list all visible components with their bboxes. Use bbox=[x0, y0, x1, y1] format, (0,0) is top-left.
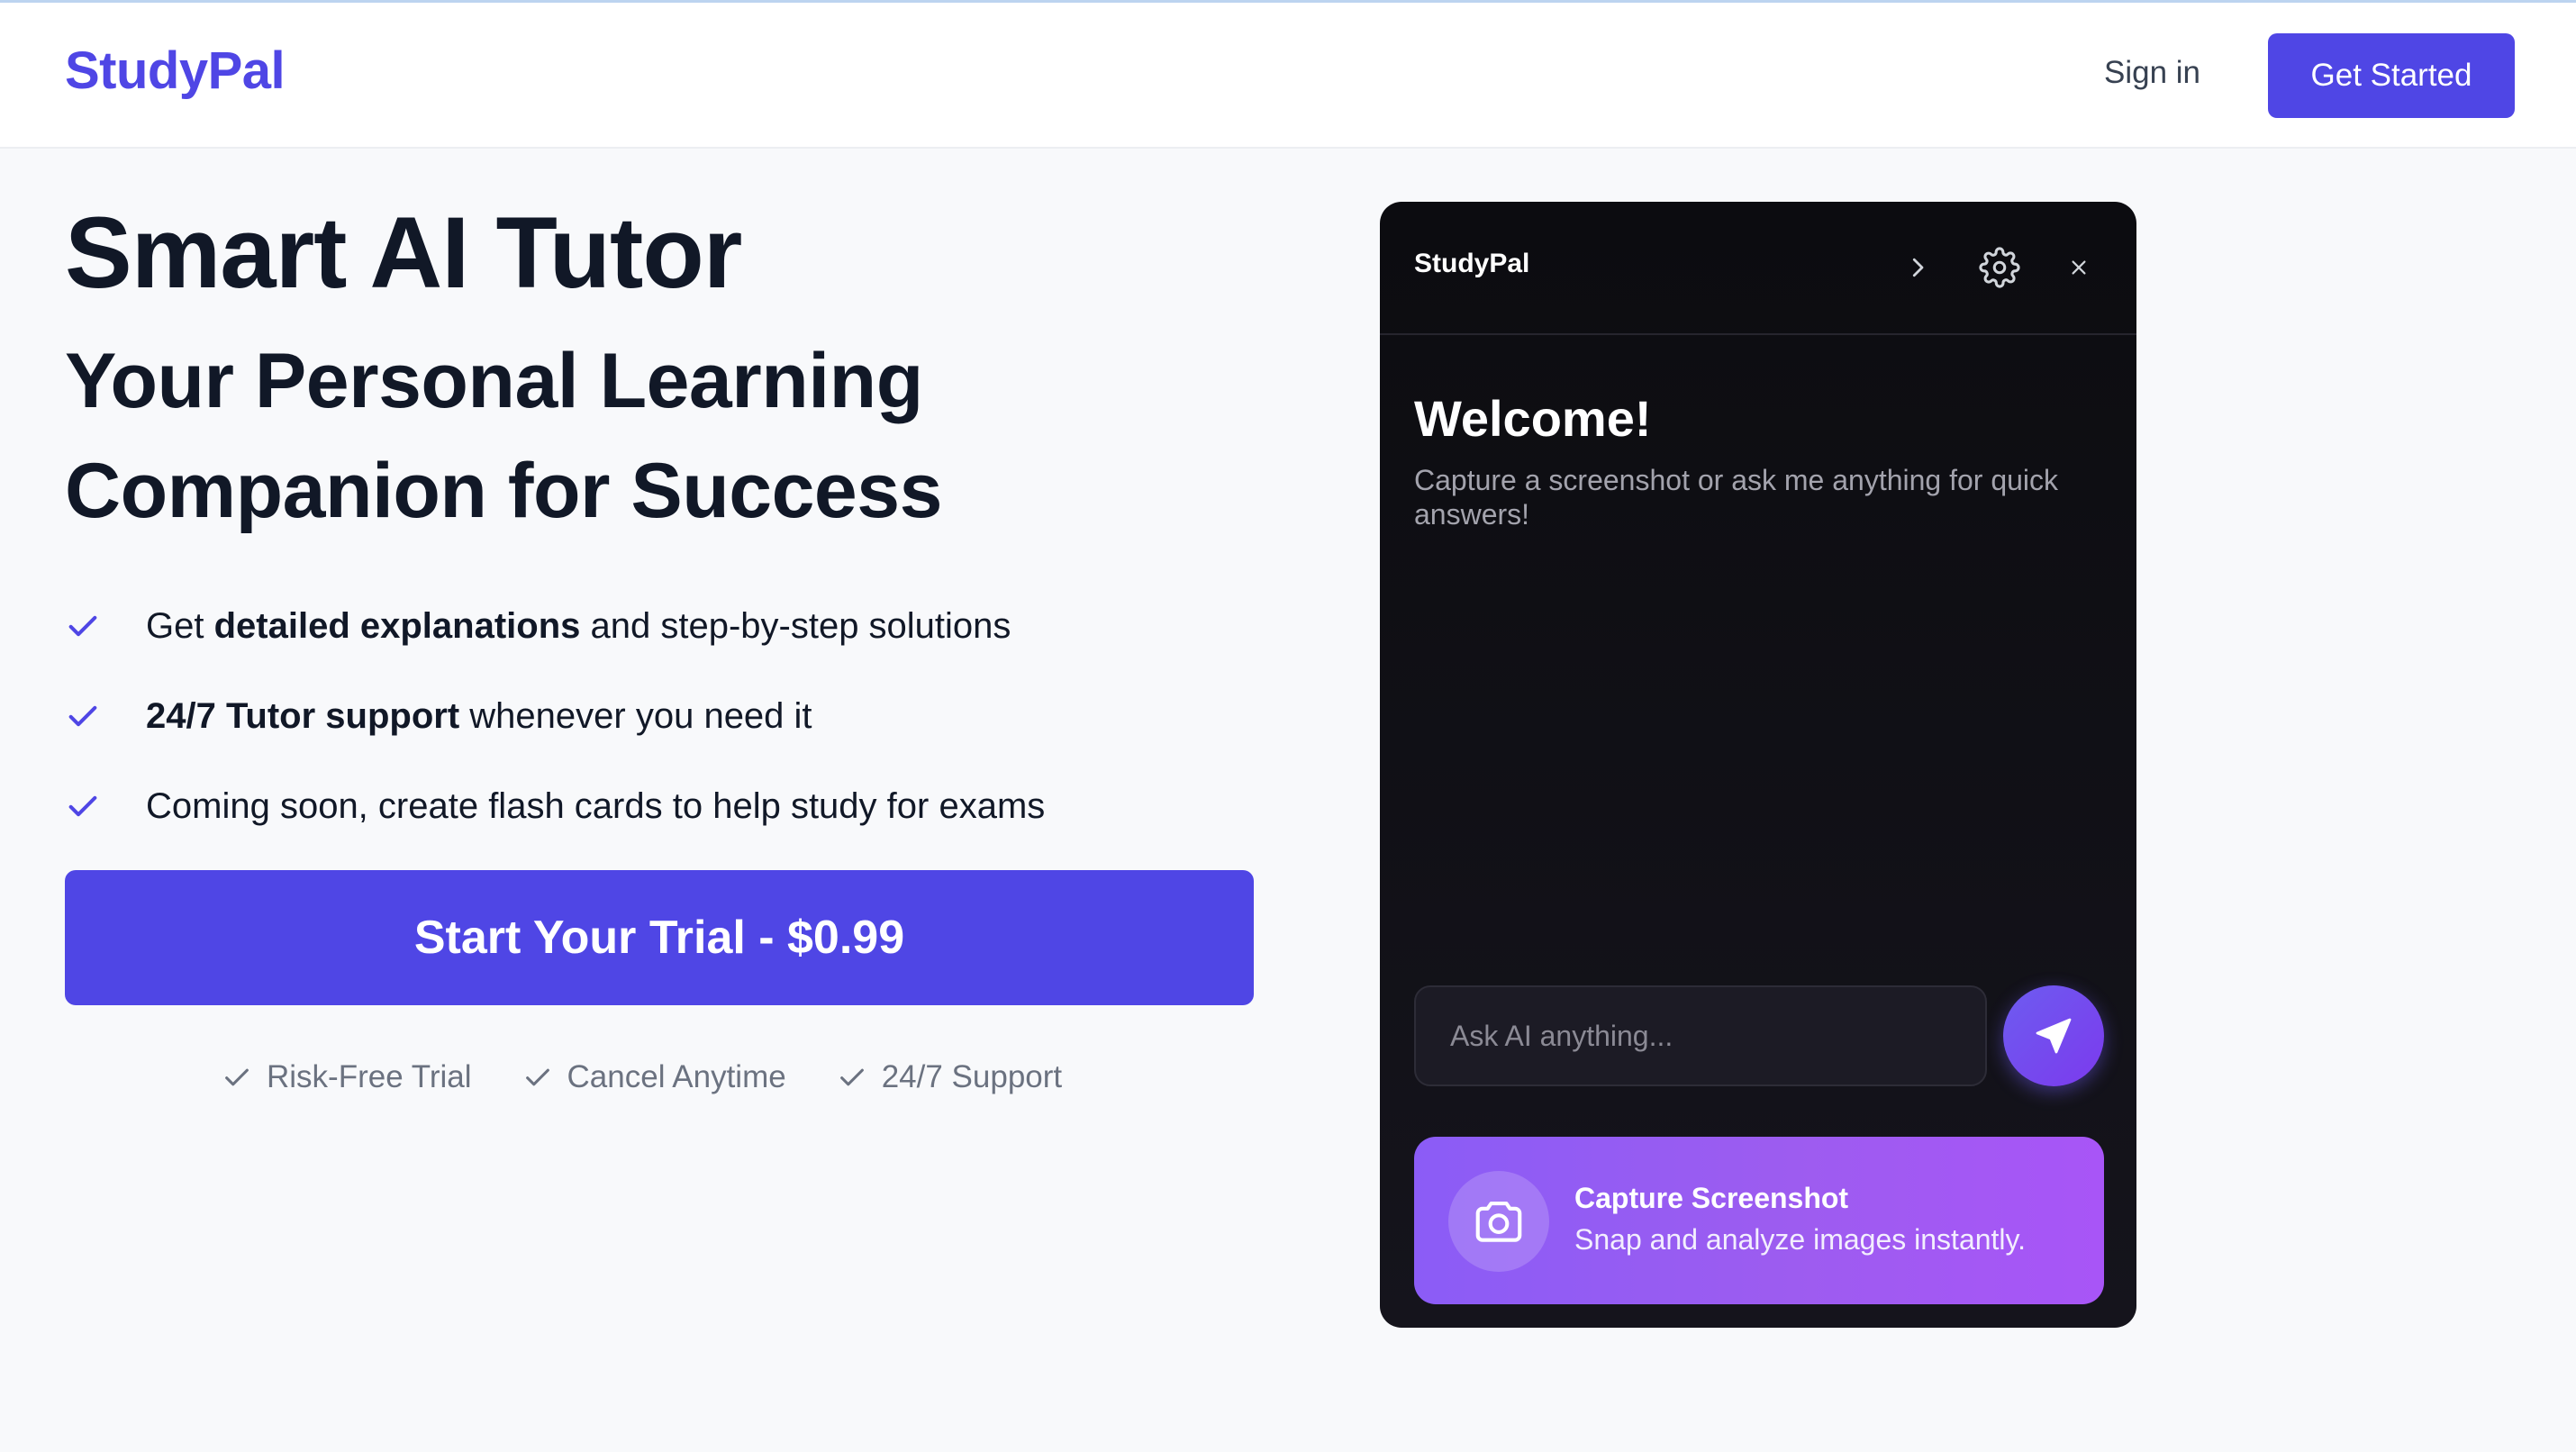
widget-header: StudyPal bbox=[1380, 202, 2136, 335]
assurance-list: Risk-Free Trial Cancel Anytime 24/7 Supp… bbox=[222, 1059, 1062, 1095]
feature-item: 24/7 Tutor support whenever you need it bbox=[65, 671, 1045, 761]
widget-brand: StudyPal bbox=[1414, 249, 1530, 278]
feature-item: Coming soon, create flash cards to help … bbox=[65, 761, 1045, 851]
feature-list: Get detailed explanations and step-by-st… bbox=[65, 581, 1045, 851]
welcome-title: Welcome! bbox=[1414, 390, 1652, 447]
start-trial-button[interactable]: Start Your Trial - $0.99 bbox=[65, 870, 1254, 1005]
welcome-text: Capture a screenshot or ask me anything … bbox=[1414, 464, 2059, 531]
capture-screenshot-button[interactable]: Capture Screenshot Snap and analyze imag… bbox=[1414, 1137, 2104, 1304]
send-button[interactable] bbox=[2003, 985, 2104, 1086]
logo[interactable]: StudyPal bbox=[65, 41, 286, 101]
sign-in-link[interactable]: Sign in bbox=[2104, 55, 2200, 91]
check-icon bbox=[68, 615, 97, 637]
close-icon[interactable] bbox=[2056, 245, 2101, 290]
feature-text: Get detailed explanations and step-by-st… bbox=[146, 605, 1011, 646]
check-icon bbox=[68, 795, 97, 817]
check-icon bbox=[225, 1068, 249, 1086]
chevron-right-icon[interactable] bbox=[1895, 245, 1940, 290]
check-icon bbox=[525, 1068, 549, 1086]
assurance-item: Cancel Anytime bbox=[522, 1059, 786, 1095]
studypal-widget-panel: StudyPal Welcome! Capture a screenshot o… bbox=[1380, 202, 2136, 1328]
assurance-label: 24/7 Support bbox=[881, 1059, 1063, 1094]
get-started-button[interactable]: Get Started bbox=[2268, 33, 2515, 118]
gear-icon[interactable] bbox=[1977, 245, 2022, 290]
check-icon bbox=[839, 1068, 864, 1086]
feature-item: Get detailed explanations and step-by-st… bbox=[65, 581, 1045, 671]
assurance-item: 24/7 Support bbox=[837, 1059, 1062, 1095]
send-icon bbox=[2036, 1018, 2072, 1054]
hero-title: Smart AI Tutor bbox=[65, 196, 742, 309]
assurance-label: Cancel Anytime bbox=[567, 1059, 786, 1094]
assurance-item: Risk-Free Trial bbox=[222, 1059, 472, 1095]
capture-title: Capture Screenshot bbox=[1574, 1182, 1849, 1214]
ask-ai-input[interactable] bbox=[1414, 985, 1987, 1086]
camera-icon bbox=[1448, 1171, 1549, 1272]
site-header: StudyPal Sign in Get Started bbox=[0, 3, 2576, 149]
hero-subtitle: Your Personal Learning Companion for Suc… bbox=[65, 338, 942, 534]
feature-text: 24/7 Tutor support whenever you need it bbox=[146, 695, 812, 736]
check-icon bbox=[68, 705, 97, 727]
assurance-label: Risk-Free Trial bbox=[267, 1059, 472, 1094]
feature-text: Coming soon, create flash cards to help … bbox=[146, 785, 1046, 826]
capture-subtitle: Snap and analyze images instantly. bbox=[1574, 1223, 2027, 1256]
